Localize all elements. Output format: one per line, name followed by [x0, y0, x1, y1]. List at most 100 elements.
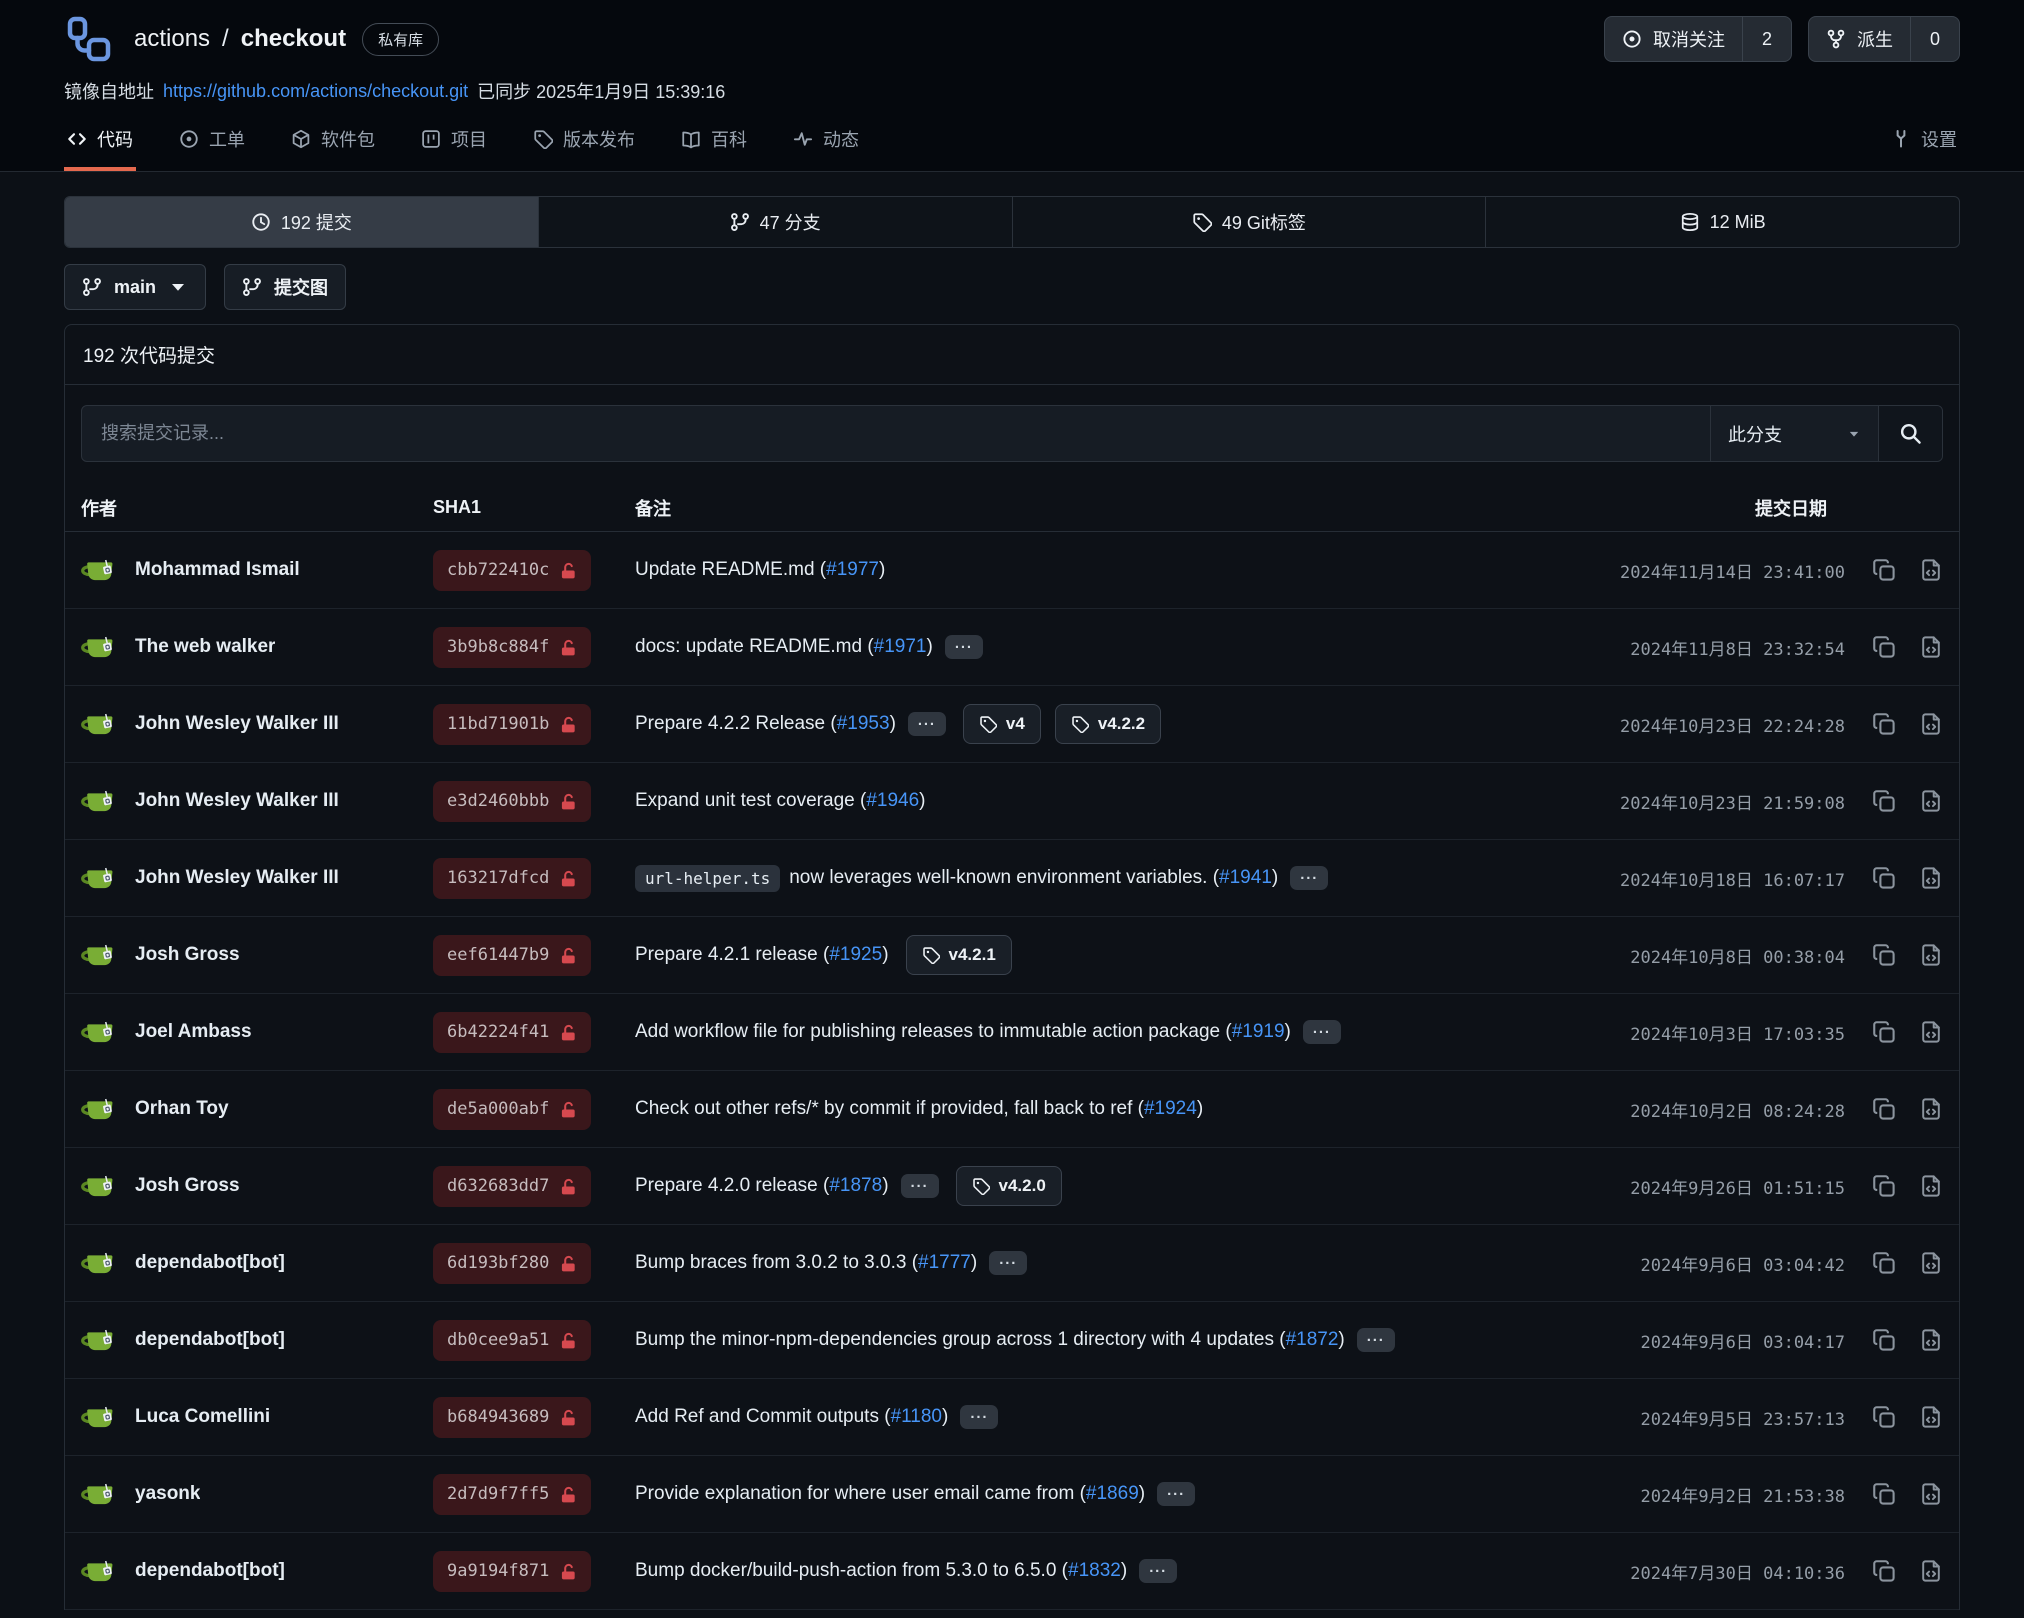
browse-source-button[interactable] [1919, 1020, 1943, 1044]
commit-sha-badge[interactable]: 11bd71901b [433, 704, 591, 745]
ellipsis-button[interactable]: ··· [989, 1251, 1027, 1275]
author-name-link[interactable]: John Wesley Walker III [135, 867, 339, 889]
pr-link[interactable]: #1832 [1068, 1560, 1121, 1582]
repo-name-link[interactable]: checkout [241, 25, 346, 53]
stat-commits[interactable]: 192 提交 [65, 197, 538, 247]
tab-code[interactable]: 代码 [64, 118, 136, 171]
branch-selector[interactable]: main [64, 264, 206, 310]
tab-settings[interactable]: 设置 [1888, 118, 1960, 171]
stat-tags[interactable]: 49 Git标签 [1012, 197, 1486, 247]
stat-branches[interactable]: 47 分支 [538, 197, 1012, 247]
pr-link[interactable]: #1977 [826, 559, 879, 581]
mirror-url-link[interactable]: https://github.com/actions/checkout.git [163, 81, 468, 102]
browse-source-button[interactable] [1919, 1328, 1943, 1352]
author-name-link[interactable]: The web walker [135, 636, 275, 658]
commit-sha-badge[interactable]: de5a000abf [433, 1089, 591, 1130]
browse-source-button[interactable] [1919, 866, 1943, 890]
ellipsis-button[interactable]: ··· [1157, 1482, 1195, 1506]
author-name-link[interactable]: dependabot[bot] [135, 1329, 285, 1351]
commit-sha-badge[interactable]: eef61447b9 [433, 935, 591, 976]
commit-search-input[interactable] [82, 406, 1710, 461]
commit-sha-badge[interactable]: cbb722410c [433, 550, 591, 591]
copy-sha-button[interactable] [1872, 558, 1896, 582]
ellipsis-button[interactable]: ··· [1303, 1020, 1341, 1044]
tab-issues[interactable]: 工单 [176, 118, 248, 171]
author-name-link[interactable]: Luca Comellini [135, 1406, 270, 1428]
author-name-link[interactable]: John Wesley Walker III [135, 790, 339, 812]
ellipsis-button[interactable]: ··· [1290, 866, 1328, 890]
copy-sha-button[interactable] [1872, 1097, 1896, 1121]
stat-size[interactable]: 12 MiB [1485, 197, 1959, 247]
commit-sha-badge[interactable]: 6b42224f41 [433, 1012, 591, 1053]
copy-sha-button[interactable] [1872, 866, 1896, 890]
pr-link[interactable]: #1777 [918, 1252, 971, 1274]
copy-sha-button[interactable] [1872, 1559, 1896, 1583]
browse-source-button[interactable] [1919, 1405, 1943, 1429]
pr-link[interactable]: #1953 [837, 713, 890, 735]
commit-sha-badge[interactable]: 6d193bf280 [433, 1243, 591, 1284]
commit-graph-button[interactable]: 提交图 [224, 264, 346, 310]
pr-link[interactable]: #1878 [829, 1175, 882, 1197]
pr-link[interactable]: #1180 [891, 1406, 942, 1428]
author-name-link[interactable]: dependabot[bot] [135, 1560, 285, 1582]
commit-sha-badge[interactable]: db0cee9a51 [433, 1320, 591, 1361]
browse-source-button[interactable] [1919, 558, 1943, 582]
ellipsis-button[interactable]: ··· [960, 1405, 998, 1429]
ellipsis-button[interactable]: ··· [901, 1174, 939, 1198]
copy-sha-button[interactable] [1872, 1328, 1896, 1352]
copy-sha-button[interactable] [1872, 1020, 1896, 1044]
repo-owner-link[interactable]: actions [134, 25, 210, 53]
branch-filter-dropdown[interactable]: 此分支 [1710, 406, 1878, 461]
tab-projects[interactable]: 项目 [418, 118, 490, 171]
pr-link[interactable]: #1925 [829, 944, 882, 966]
author-name-link[interactable]: Joel Ambass [135, 1021, 252, 1043]
pr-link[interactable]: #1946 [866, 790, 919, 812]
author-name-link[interactable]: yasonk [135, 1483, 200, 1505]
watchers-count[interactable]: 2 [1742, 17, 1791, 61]
browse-source-button[interactable] [1919, 1559, 1943, 1583]
author-name-link[interactable]: dependabot[bot] [135, 1252, 285, 1274]
browse-source-button[interactable] [1919, 789, 1943, 813]
author-name-link[interactable]: John Wesley Walker III [135, 713, 339, 735]
tag-button[interactable]: v4.2.0 [956, 1166, 1062, 1206]
tab-activity[interactable]: 动态 [790, 118, 862, 171]
copy-sha-button[interactable] [1872, 1405, 1896, 1429]
copy-sha-button[interactable] [1872, 789, 1896, 813]
copy-sha-button[interactable] [1872, 1174, 1896, 1198]
tag-button[interactable]: v4.2.1 [906, 935, 1012, 975]
browse-source-button[interactable] [1919, 1174, 1943, 1198]
author-name-link[interactable]: Josh Gross [135, 944, 240, 966]
copy-sha-button[interactable] [1872, 712, 1896, 736]
search-submit-button[interactable] [1878, 406, 1942, 461]
author-name-link[interactable]: Orhan Toy [135, 1098, 229, 1120]
copy-sha-button[interactable] [1872, 635, 1896, 659]
ellipsis-button[interactable]: ··· [908, 712, 946, 736]
pr-link[interactable]: #1971 [874, 636, 927, 658]
browse-source-button[interactable] [1919, 1251, 1943, 1275]
unwatch-button[interactable]: 取消关注 2 [1604, 16, 1792, 62]
author-name-link[interactable]: Josh Gross [135, 1175, 240, 1197]
browse-source-button[interactable] [1919, 712, 1943, 736]
tag-button[interactable]: v4 [963, 704, 1041, 744]
tag-button[interactable]: v4.2.2 [1055, 704, 1161, 744]
forks-count[interactable]: 0 [1910, 17, 1959, 61]
copy-sha-button[interactable] [1872, 943, 1896, 967]
copy-sha-button[interactable] [1872, 1251, 1896, 1275]
browse-source-button[interactable] [1919, 943, 1943, 967]
commit-sha-badge[interactable]: 163217dfcd [433, 858, 591, 899]
pr-link[interactable]: #1924 [1144, 1098, 1197, 1120]
tab-packages[interactable]: 软件包 [288, 118, 378, 171]
commit-sha-badge[interactable]: 9a9194f871 [433, 1551, 591, 1592]
tab-releases[interactable]: 版本发布 [530, 118, 638, 171]
fork-button[interactable]: 派生 0 [1808, 16, 1960, 62]
ellipsis-button[interactable]: ··· [1357, 1328, 1395, 1352]
browse-source-button[interactable] [1919, 635, 1943, 659]
commit-sha-badge[interactable]: b684943689 [433, 1397, 591, 1438]
ellipsis-button[interactable]: ··· [1139, 1559, 1177, 1583]
tab-wiki[interactable]: 百科 [678, 118, 750, 171]
commit-sha-badge[interactable]: e3d2460bbb [433, 781, 591, 822]
author-name-link[interactable]: Mohammad Ismail [135, 559, 300, 581]
ellipsis-button[interactable]: ··· [945, 635, 983, 659]
commit-sha-badge[interactable]: 3b9b8c884f [433, 627, 591, 668]
browse-source-button[interactable] [1919, 1097, 1943, 1121]
